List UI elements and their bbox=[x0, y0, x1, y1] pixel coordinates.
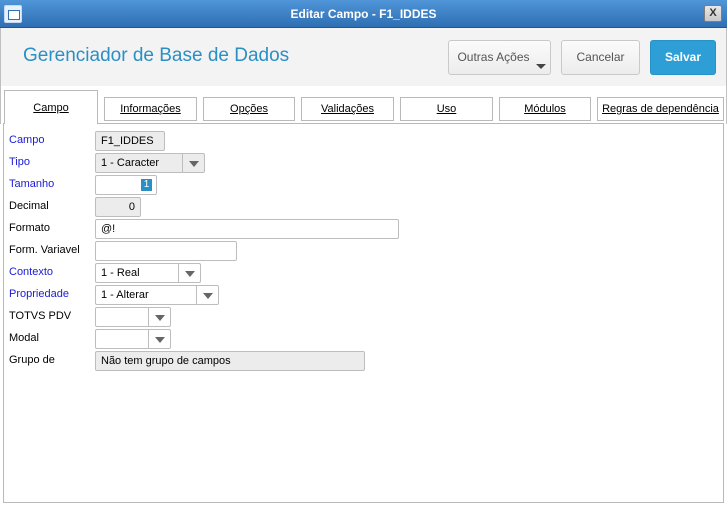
tamanho-value: 1 bbox=[141, 179, 152, 191]
tamanho-label: Tamanho bbox=[9, 178, 55, 190]
cancel-button[interactable]: Cancelar bbox=[561, 40, 640, 75]
close-icon[interactable]: X bbox=[704, 5, 722, 22]
totvs-pdv-label: TOTVS PDV bbox=[9, 310, 72, 322]
contexto-value: 1 - Real bbox=[101, 267, 140, 279]
tab-bar: Campo Informações Opções Validações Uso … bbox=[0, 86, 727, 124]
campo-field: F1_IDDES bbox=[95, 131, 165, 151]
chevron-down-icon bbox=[148, 330, 170, 348]
form-variavel-label: Form. Variavel bbox=[9, 244, 80, 256]
tipo-value: 1 - Caracter bbox=[101, 157, 160, 169]
tab-informacoes[interactable]: Informações bbox=[104, 97, 197, 121]
modal-label: Modal bbox=[9, 332, 39, 344]
chevron-down-icon bbox=[148, 308, 170, 326]
window-titlebar: Editar Campo - F1_IDDES X bbox=[0, 0, 727, 28]
campo-label: Campo bbox=[9, 134, 45, 146]
chevron-down-icon bbox=[182, 154, 204, 172]
chevron-down-icon bbox=[196, 286, 218, 304]
decimal-field: 0 bbox=[95, 197, 141, 217]
tipo-select[interactable]: 1 - Caracter bbox=[95, 153, 205, 173]
tipo-label: Tipo bbox=[9, 156, 30, 168]
tab-uso[interactable]: Uso bbox=[400, 97, 493, 121]
chevron-down-icon bbox=[178, 264, 200, 282]
page-header: Gerenciador de Base de Dados Outras Açõe… bbox=[0, 28, 727, 86]
contexto-label: Contexto bbox=[9, 266, 54, 278]
tab-modulos[interactable]: Módulos bbox=[499, 97, 591, 121]
tab-campo[interactable]: Campo bbox=[4, 90, 98, 124]
decimal-label: Decimal bbox=[9, 200, 49, 212]
other-actions-label: Outras Ações bbox=[457, 50, 530, 64]
tab-validacoes[interactable]: Validações bbox=[301, 97, 394, 121]
propriedade-label: Propriedade bbox=[9, 288, 69, 300]
grupo-field: Não tem grupo de campos bbox=[95, 351, 365, 371]
page-title: Gerenciador de Base de Dados bbox=[23, 45, 290, 66]
propriedade-select[interactable]: 1 - Alterar bbox=[95, 285, 219, 305]
grupo-label: Grupo de bbox=[9, 354, 55, 366]
chevron-down-icon bbox=[536, 64, 546, 69]
totvs-pdv-select[interactable] bbox=[95, 307, 171, 327]
modal-select[interactable] bbox=[95, 329, 171, 349]
formato-label: Formato bbox=[9, 222, 50, 234]
save-button[interactable]: Salvar bbox=[650, 40, 716, 75]
tab-regras-dependencia[interactable]: Regras de dependência bbox=[597, 97, 724, 121]
form-variavel-field[interactable] bbox=[95, 241, 237, 261]
formato-field[interactable]: @! bbox=[95, 219, 399, 239]
window-title: Editar Campo - F1_IDDES bbox=[290, 7, 437, 21]
other-actions-button[interactable]: Outras Ações bbox=[448, 40, 551, 75]
propriedade-value: 1 - Alterar bbox=[101, 289, 149, 301]
contexto-select[interactable]: 1 - Real bbox=[95, 263, 201, 283]
tamanho-field[interactable]: 1 bbox=[95, 175, 157, 195]
tab-opcoes[interactable]: Opções bbox=[203, 97, 295, 121]
